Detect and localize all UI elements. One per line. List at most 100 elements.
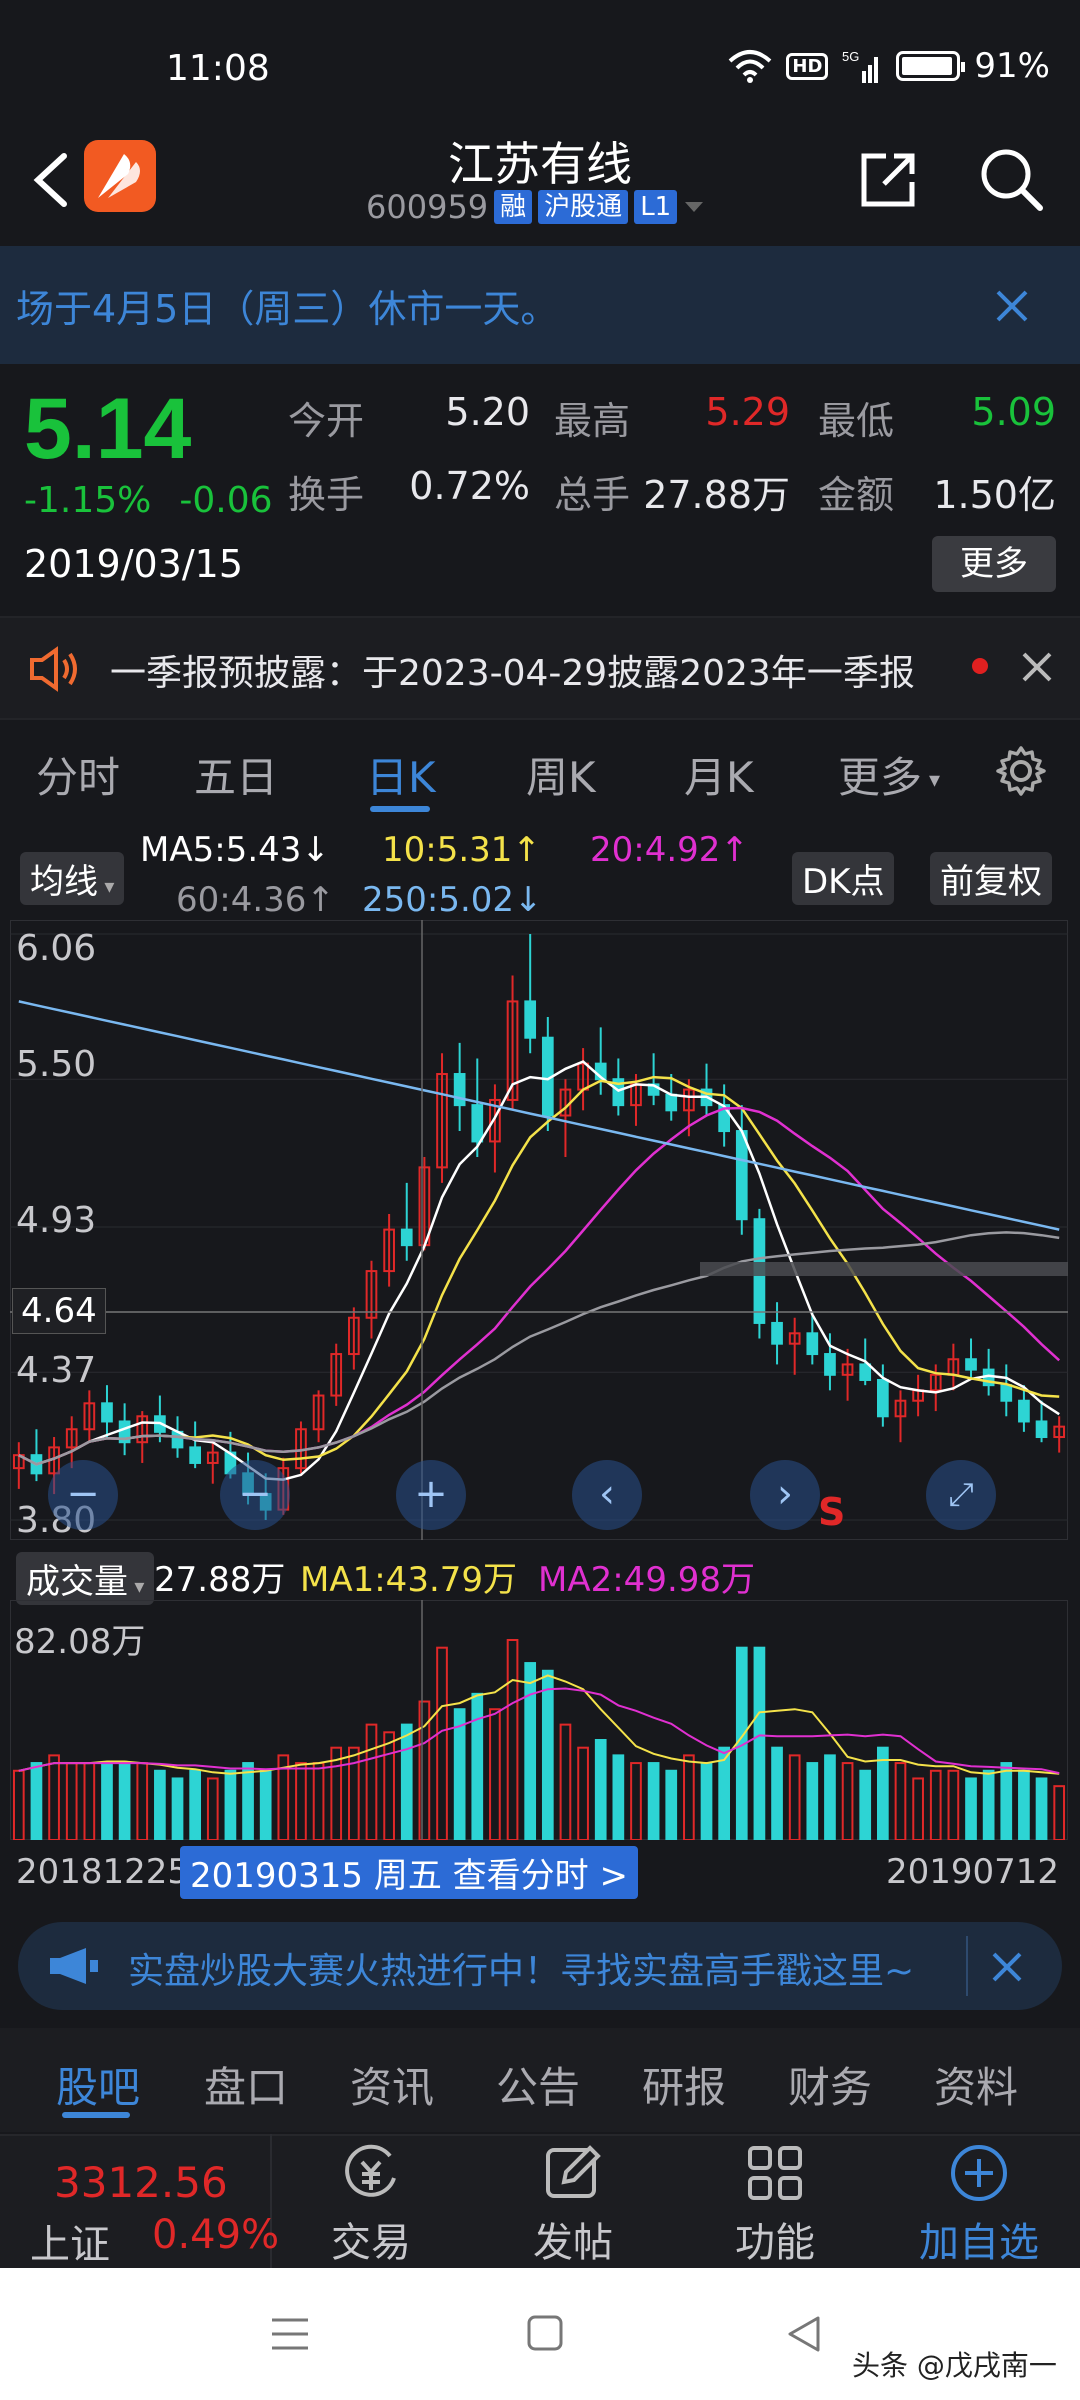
candle-body xyxy=(859,1363,872,1381)
volume-bar xyxy=(83,1762,96,1840)
caret-down-icon xyxy=(685,202,704,212)
share-icon[interactable] xyxy=(856,148,920,212)
close-icon[interactable] xyxy=(990,1950,1024,1984)
trade-button[interactable]: 交易 xyxy=(296,2142,446,2268)
search-icon[interactable] xyxy=(978,146,1044,212)
candle-body xyxy=(1035,1420,1048,1439)
adjust-button[interactable]: 前复权 xyxy=(930,852,1052,905)
volume-bar xyxy=(683,1754,695,1840)
volume-bar xyxy=(154,1769,166,1840)
volume-bar xyxy=(541,1669,554,1840)
index-value[interactable]: 3312.56 xyxy=(54,2158,228,2207)
back-nav-icon[interactable] xyxy=(784,2314,824,2354)
tab-announcements[interactable]: 公告 xyxy=(496,2054,580,2115)
chevron-right-icon[interactable]: › xyxy=(750,1460,820,1530)
volume-bar xyxy=(947,1769,960,1840)
candle-body xyxy=(189,1446,201,1464)
volume-bar xyxy=(400,1723,413,1840)
tab-forum[interactable]: 股吧 xyxy=(56,2054,140,2115)
candle-body xyxy=(824,1353,836,1376)
volume-ma2: MA2:49.98万 xyxy=(538,1560,756,1600)
stock-code: 600959 xyxy=(366,188,489,226)
plus-icon[interactable]: + xyxy=(396,1460,466,1530)
volume-bar xyxy=(171,1777,184,1840)
expand-icon[interactable]: ⤢ xyxy=(926,1460,996,1530)
volume-bar xyxy=(30,1762,43,1840)
tab-weekly-k[interactable]: 周K xyxy=(526,744,596,805)
dk-point-button[interactable]: DK点 xyxy=(792,852,895,905)
volume-bar xyxy=(453,1708,466,1840)
connect-tag: 沪股通 xyxy=(538,190,629,224)
volume-bar xyxy=(1000,1762,1013,1840)
volume-bar xyxy=(1035,1777,1048,1840)
divider xyxy=(966,1936,968,1996)
volume-bar xyxy=(136,1762,149,1840)
tab-intraday[interactable]: 分时 xyxy=(36,744,120,805)
margin-tag: 融 xyxy=(494,190,533,224)
candle-body xyxy=(101,1402,113,1423)
sell-signal: S xyxy=(818,1490,846,1534)
volume-bar xyxy=(788,1754,801,1840)
chevron-left-icon[interactable]: ‹ xyxy=(572,1460,642,1530)
volume-bar xyxy=(859,1769,872,1840)
tab-five-day[interactable]: 五日 xyxy=(194,744,278,805)
hd-badge: HD xyxy=(786,52,829,80)
volume-bar xyxy=(877,1746,889,1840)
zoom-out-icon[interactable]: − xyxy=(48,1460,118,1530)
menu-icon[interactable] xyxy=(270,2316,310,2352)
battery-icon xyxy=(896,51,966,81)
y-label: 4.37 xyxy=(16,1350,97,1391)
volume-ma1: MA1:43.79万 xyxy=(300,1560,518,1600)
more-quote-button[interactable]: 更多 xyxy=(932,536,1056,592)
candle-body xyxy=(877,1378,889,1418)
stock-code-row[interactable]: 600959 融 沪股通 L1 xyxy=(366,188,705,226)
tab-order-book[interactable]: 盘口 xyxy=(204,2054,288,2115)
price-change: -1.15% -0.06 xyxy=(24,480,273,521)
candle-body xyxy=(806,1332,819,1356)
turnover-label: 换手 xyxy=(288,473,365,517)
ma-toggle[interactable]: 均线 ▾ xyxy=(20,852,125,905)
tab-daily-k[interactable]: 日K xyxy=(366,744,436,805)
tab-research[interactable]: 研报 xyxy=(642,2054,726,2115)
close-icon[interactable] xyxy=(994,288,1030,324)
gear-icon[interactable] xyxy=(994,744,1048,798)
volume-bar xyxy=(753,1646,766,1840)
resistance-band xyxy=(700,1262,1068,1276)
current-price: 5.14 xyxy=(24,381,192,477)
volume-max-label: 82.08万 xyxy=(14,1622,146,1662)
cursor-date-button[interactable]: 20190315 周五 查看分时 > xyxy=(180,1846,638,1899)
candle-body xyxy=(665,1093,678,1112)
volume-bar xyxy=(101,1762,113,1840)
volume-chart[interactable] xyxy=(10,1600,1068,1840)
y-label: 6.06 xyxy=(16,928,97,969)
home-icon[interactable] xyxy=(526,2314,564,2352)
volume-bar xyxy=(665,1769,678,1840)
add-watchlist-button[interactable]: 加自选 xyxy=(904,2142,1054,2268)
index-name[interactable]: 上证 xyxy=(30,2212,110,2270)
volume-bar xyxy=(118,1762,131,1840)
features-button[interactable]: 功能 xyxy=(700,2142,850,2268)
tab-monthly-k[interactable]: 月K xyxy=(684,744,754,805)
announcement-text: 一季报预披露：于2023-04-29披露2023年一季报 xyxy=(110,653,915,694)
low-label: 最低 xyxy=(818,399,895,443)
edit-icon xyxy=(546,2145,601,2198)
volume-indicator-toggle[interactable]: 成交量 ▾ xyxy=(16,1552,155,1605)
tab-finance[interactable]: 财务 xyxy=(788,2054,872,2115)
volume-bar xyxy=(559,1723,572,1840)
add-watchlist-label: 加自选 xyxy=(919,2220,1039,2266)
tab-more[interactable]: 更多 ▾ xyxy=(838,744,940,805)
ma250-value: 250:5.02↓ xyxy=(362,880,543,920)
close-icon[interactable] xyxy=(1020,650,1054,684)
volume-indicator-label: 成交量 xyxy=(26,1562,128,1602)
minus-icon[interactable]: − xyxy=(220,1460,290,1530)
kline-chart[interactable] xyxy=(10,920,1068,1540)
volume-value: 27.88万 xyxy=(643,473,790,517)
volume-bar xyxy=(771,1746,783,1840)
tab-profile[interactable]: 资料 xyxy=(934,2054,1018,2115)
change-percent: -1.15% xyxy=(24,480,152,521)
volume-bar xyxy=(806,1762,819,1840)
post-button[interactable]: 发帖 xyxy=(498,2142,648,2268)
candle-body xyxy=(1000,1384,1013,1402)
index-percent[interactable]: 0.49% xyxy=(152,2212,279,2258)
tab-news[interactable]: 资讯 xyxy=(350,2054,434,2115)
